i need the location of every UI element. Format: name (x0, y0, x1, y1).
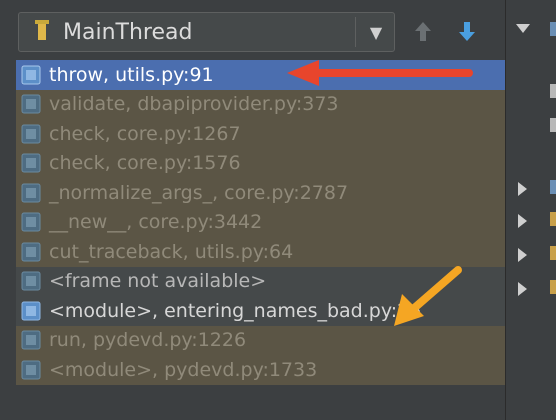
frame-label: <frame not available> (49, 270, 267, 293)
arrow-down-icon[interactable] (456, 19, 478, 45)
frame-label: check, core.py:1576 (49, 152, 241, 175)
thread-icon (33, 20, 51, 44)
frame-label: check, core.py:1267 (49, 122, 241, 145)
frame-icon (21, 330, 41, 350)
frame-label: throw, utils.py:91 (49, 63, 214, 86)
frames-panel: MainThread ▼ throw, utils.py:91 validate… (0, 0, 505, 420)
collapse-arrow-icon[interactable] (518, 282, 527, 296)
frame-row[interactable]: check, core.py:1576 (16, 148, 505, 178)
variable-icon (550, 22, 556, 36)
variable-icon (550, 180, 556, 194)
variable-icon (550, 280, 556, 294)
frame-icon (21, 360, 41, 380)
frame-label: run, pydevd.py:1226 (49, 329, 247, 352)
thread-name: MainThread (63, 19, 193, 45)
frame-icon (21, 212, 41, 232)
frame-row[interactable]: validate, dbapiprovider.py:373 (16, 89, 505, 119)
frame-label: validate, dbapiprovider.py:373 (49, 93, 339, 116)
variable-icon (550, 84, 556, 98)
frame-label: _normalize_args_, core.py:2787 (49, 181, 349, 204)
frame-row[interactable]: run, pydevd.py:1226 (16, 325, 505, 355)
frame-row[interactable]: <frame not available> (16, 266, 505, 296)
variable-icon (550, 118, 556, 132)
frame-row[interactable]: <module>, pydevd.py:1733 (16, 355, 505, 385)
frame-row[interactable]: cut_traceback, utils.py:64 (16, 237, 505, 267)
frame-icon (21, 94, 41, 114)
frame-row[interactable]: _normalize_args_, core.py:2787 (16, 178, 505, 208)
frame-icon (21, 271, 41, 291)
frame-row[interactable]: throw, utils.py:91 (16, 60, 505, 90)
frame-row[interactable]: <module>, entering_names_bad.py:26 (16, 296, 505, 326)
expand-arrow-icon[interactable] (516, 24, 530, 33)
arrow-up-icon[interactable] (412, 19, 434, 45)
frames-list: throw, utils.py:91 validate, dbapiprovid… (16, 60, 505, 385)
chevron-down-icon[interactable]: ▼ (364, 21, 388, 45)
collapse-arrow-icon[interactable] (518, 182, 527, 196)
variables-panel (505, 0, 556, 420)
frame-icon (21, 183, 41, 203)
frame-label: cut_traceback, utils.py:64 (49, 240, 294, 263)
frame-icon (21, 124, 41, 144)
thread-selector[interactable]: MainThread ▼ (18, 12, 395, 52)
frame-icon (21, 242, 41, 262)
frame-icon (21, 301, 41, 321)
frame-icon (21, 153, 41, 173)
frame-row[interactable]: __new__, core.py:3442 (16, 207, 505, 237)
frames-toolbar: MainThread ▼ (0, 0, 505, 60)
frame-row[interactable]: check, core.py:1267 (16, 119, 505, 149)
frame-label: <module>, entering_names_bad.py:26 (49, 299, 422, 322)
combo-divider (355, 17, 356, 47)
variable-icon (550, 246, 556, 260)
collapse-arrow-icon[interactable] (518, 248, 527, 262)
frame-label: __new__, core.py:3442 (49, 211, 263, 234)
collapse-arrow-icon[interactable] (518, 214, 527, 228)
frame-icon (21, 65, 41, 85)
variable-icon (550, 212, 556, 226)
frame-label: <module>, pydevd.py:1733 (49, 358, 318, 381)
